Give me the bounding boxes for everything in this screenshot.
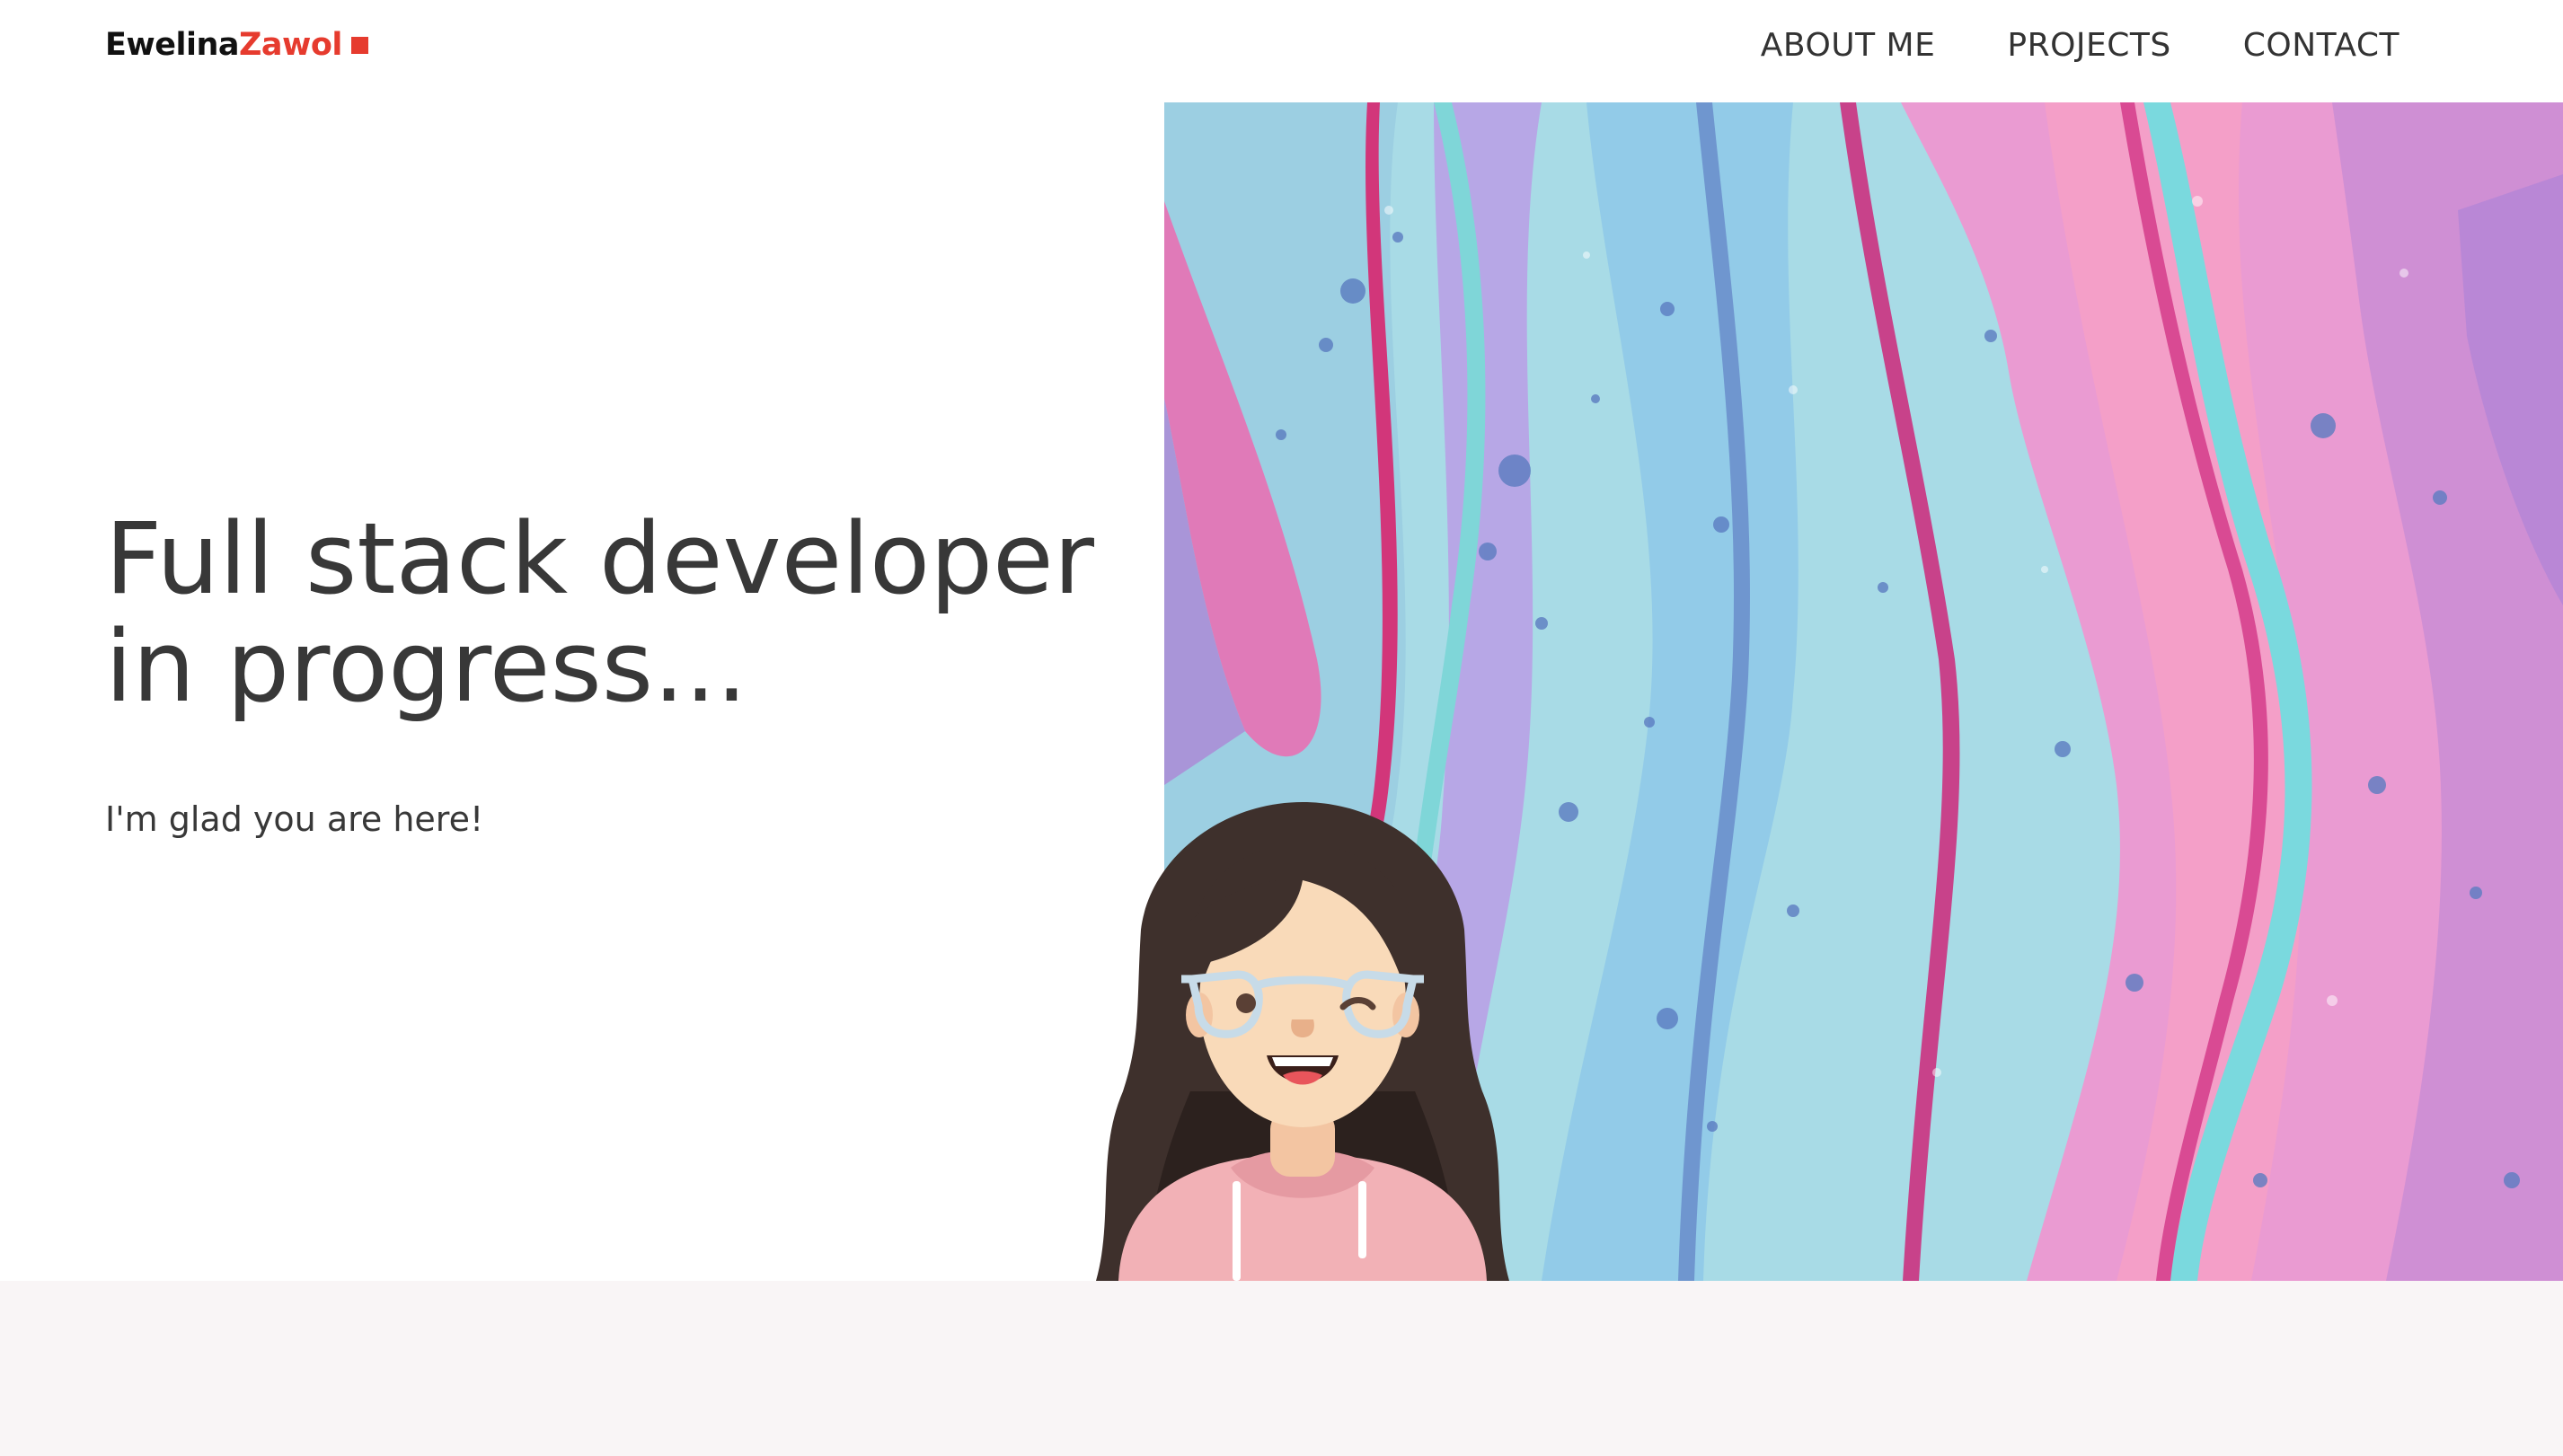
navbar: Ewelina Zawol ABOUT ME PROJECTS CONTACT bbox=[0, 0, 2563, 102]
logo-last-name: Zawol bbox=[239, 27, 342, 63]
nav-link-projects[interactable]: PROJECTS bbox=[2007, 27, 2170, 64]
nav-link-about[interactable]: ABOUT ME bbox=[1761, 27, 1936, 64]
logo-first-name: Ewelina bbox=[105, 27, 240, 63]
hero-subtitle: I'm glad you are here! bbox=[105, 799, 484, 839]
nav-link-contact[interactable]: CONTACT bbox=[2243, 27, 2399, 64]
site-logo[interactable]: Ewelina Zawol bbox=[105, 27, 368, 63]
red-square-icon bbox=[350, 36, 368, 54]
girl-with-glasses-avatar bbox=[1096, 802, 1509, 1281]
footer-band bbox=[0, 1281, 2563, 1456]
hero-title-line-1: Full stack developer bbox=[105, 501, 1094, 616]
main-nav: ABOUT ME PROJECTS CONTACT bbox=[1761, 27, 2399, 64]
hero-title: Full stack developer in progress... bbox=[105, 505, 1094, 720]
hero-title-line-2: in progress... bbox=[105, 609, 747, 724]
